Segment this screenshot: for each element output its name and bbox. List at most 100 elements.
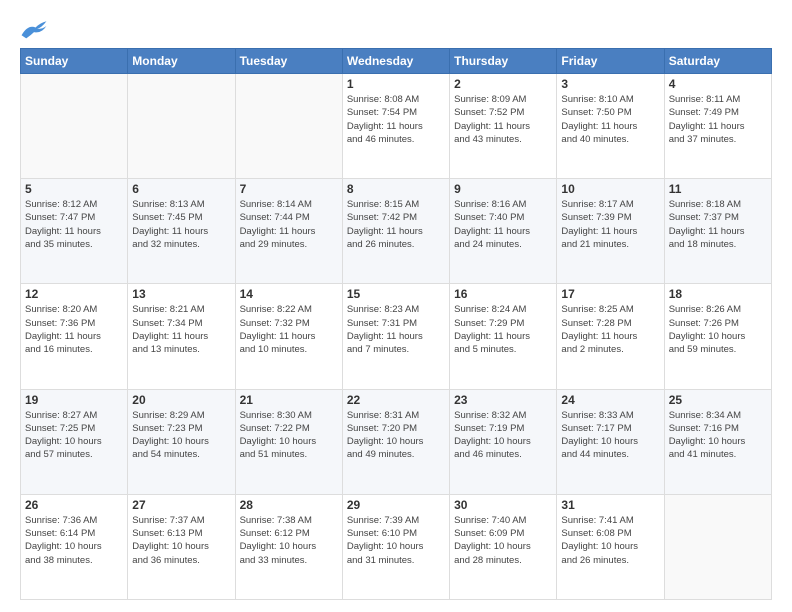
day-number: 18 (669, 287, 767, 301)
day-number: 27 (132, 498, 230, 512)
col-header-sunday: Sunday (21, 49, 128, 74)
day-number: 31 (561, 498, 659, 512)
col-header-friday: Friday (557, 49, 664, 74)
calendar-cell: 13Sunrise: 8:21 AM Sunset: 7:34 PM Dayli… (128, 284, 235, 389)
day-number: 17 (561, 287, 659, 301)
day-info: Sunrise: 8:33 AM Sunset: 7:17 PM Dayligh… (561, 409, 659, 462)
day-number: 16 (454, 287, 552, 301)
calendar-week-4: 19Sunrise: 8:27 AM Sunset: 7:25 PM Dayli… (21, 389, 772, 494)
calendar-week-1: 1Sunrise: 8:08 AM Sunset: 7:54 PM Daylig… (21, 74, 772, 179)
calendar-cell: 3 Sunrise: 8:10 AM Sunset: 7:50 PM Daylig… (557, 74, 664, 179)
calendar-week-2: 5 Sunrise: 8:12 AM Sunset: 7:47 PM Daylig… (21, 179, 772, 284)
calendar-cell: 23 Sunrise: 8:32 AM Sunset: 7:19 PM Dayli… (450, 389, 557, 494)
calendar-cell: 15 Sunrise: 8:23 AM Sunset: 7:31 PM Dayli… (342, 284, 449, 389)
day-number: 2 (454, 77, 552, 91)
calendar-cell: 2 Sunrise: 8:09 AM Sunset: 7:52 PM Daylig… (450, 74, 557, 179)
calendar-cell: 24Sunrise: 8:33 AM Sunset: 7:17 PM Dayli… (557, 389, 664, 494)
day-number: 28 (240, 498, 338, 512)
day-number: 22 (347, 393, 445, 407)
calendar-cell: 25 Sunrise: 8:34 AM Sunset: 7:16 PM Dayli… (664, 389, 771, 494)
day-info: Sunrise: 8:31 AM Sunset: 7:20 PM Dayligh… (347, 409, 445, 462)
page: SundayMondayTuesdayWednesdayThursdayFrid… (0, 0, 792, 612)
calendar-table: SundayMondayTuesdayWednesdayThursdayFrid… (20, 48, 772, 600)
day-info: Sunrise: 8:23 AM Sunset: 7:31 PM Dayligh… (347, 303, 445, 356)
day-number: 4 (669, 77, 767, 91)
day-number: 12 (25, 287, 123, 301)
day-info: Sunrise: 8:18 AM Sunset: 7:37 PM Dayligh… (669, 198, 767, 251)
day-info: Sunrise: 8:15 AM Sunset: 7:42 PM Dayligh… (347, 198, 445, 251)
col-header-saturday: Saturday (664, 49, 771, 74)
day-info: Sunrise: 8:26 AM Sunset: 7:26 PM Dayligh… (669, 303, 767, 356)
day-info: Sunrise: 7:38 AM Sunset: 6:12 PM Dayligh… (240, 514, 338, 567)
day-number: 30 (454, 498, 552, 512)
calendar-header-row: SundayMondayTuesdayWednesdayThursdayFrid… (21, 49, 772, 74)
day-number: 3 (561, 77, 659, 91)
calendar-cell: 6Sunrise: 8:13 AM Sunset: 7:45 PM Daylig… (128, 179, 235, 284)
day-info: Sunrise: 8:29 AM Sunset: 7:23 PM Dayligh… (132, 409, 230, 462)
day-info: Sunrise: 7:40 AM Sunset: 6:09 PM Dayligh… (454, 514, 552, 567)
calendar-cell: 28 Sunrise: 7:38 AM Sunset: 6:12 PM Dayli… (235, 494, 342, 599)
calendar-cell: 30 Sunrise: 7:40 AM Sunset: 6:09 PM Dayli… (450, 494, 557, 599)
day-info: Sunrise: 8:34 AM Sunset: 7:16 PM Dayligh… (669, 409, 767, 462)
day-info: Sunrise: 7:39 AM Sunset: 6:10 PM Dayligh… (347, 514, 445, 567)
calendar-cell: 12 Sunrise: 8:20 AM Sunset: 7:36 PM Dayli… (21, 284, 128, 389)
calendar-cell: 26 Sunrise: 7:36 AM Sunset: 6:14 PM Dayli… (21, 494, 128, 599)
calendar-cell (21, 74, 128, 179)
day-info: Sunrise: 7:37 AM Sunset: 6:13 PM Dayligh… (132, 514, 230, 567)
col-header-monday: Monday (128, 49, 235, 74)
day-number: 29 (347, 498, 445, 512)
day-info: Sunrise: 8:11 AM Sunset: 7:49 PM Dayligh… (669, 93, 767, 146)
col-header-wednesday: Wednesday (342, 49, 449, 74)
day-number: 23 (454, 393, 552, 407)
day-number: 8 (347, 182, 445, 196)
day-info: Sunrise: 8:21 AM Sunset: 7:34 PM Dayligh… (132, 303, 230, 356)
day-number: 6 (132, 182, 230, 196)
day-number: 25 (669, 393, 767, 407)
day-number: 15 (347, 287, 445, 301)
day-info: Sunrise: 8:09 AM Sunset: 7:52 PM Dayligh… (454, 93, 552, 146)
calendar-cell: 9Sunrise: 8:16 AM Sunset: 7:40 PM Daylig… (450, 179, 557, 284)
day-number: 10 (561, 182, 659, 196)
day-info: Sunrise: 8:20 AM Sunset: 7:36 PM Dayligh… (25, 303, 123, 356)
day-info: Sunrise: 8:27 AM Sunset: 7:25 PM Dayligh… (25, 409, 123, 462)
day-number: 20 (132, 393, 230, 407)
calendar-cell: 27 Sunrise: 7:37 AM Sunset: 6:13 PM Dayli… (128, 494, 235, 599)
calendar-cell: 20 Sunrise: 8:29 AM Sunset: 7:23 PM Dayli… (128, 389, 235, 494)
calendar-cell: 31Sunrise: 7:41 AM Sunset: 6:08 PM Dayli… (557, 494, 664, 599)
day-number: 5 (25, 182, 123, 196)
calendar-cell (664, 494, 771, 599)
calendar-week-5: 26 Sunrise: 7:36 AM Sunset: 6:14 PM Dayli… (21, 494, 772, 599)
day-number: 26 (25, 498, 123, 512)
calendar-cell: 8 Sunrise: 8:15 AM Sunset: 7:42 PM Daylig… (342, 179, 449, 284)
calendar-cell: 4 Sunrise: 8:11 AM Sunset: 7:49 PM Daylig… (664, 74, 771, 179)
day-info: Sunrise: 8:32 AM Sunset: 7:19 PM Dayligh… (454, 409, 552, 462)
logo (20, 18, 52, 40)
calendar-cell: 1Sunrise: 8:08 AM Sunset: 7:54 PM Daylig… (342, 74, 449, 179)
calendar-cell: 14 Sunrise: 8:22 AM Sunset: 7:32 PM Dayli… (235, 284, 342, 389)
day-info: Sunrise: 7:36 AM Sunset: 6:14 PM Dayligh… (25, 514, 123, 567)
col-header-tuesday: Tuesday (235, 49, 342, 74)
day-info: Sunrise: 8:16 AM Sunset: 7:40 PM Dayligh… (454, 198, 552, 251)
day-info: Sunrise: 8:14 AM Sunset: 7:44 PM Dayligh… (240, 198, 338, 251)
calendar-cell: 16 Sunrise: 8:24 AM Sunset: 7:29 PM Dayli… (450, 284, 557, 389)
day-info: Sunrise: 8:30 AM Sunset: 7:22 PM Dayligh… (240, 409, 338, 462)
calendar-cell: 22 Sunrise: 8:31 AM Sunset: 7:20 PM Dayli… (342, 389, 449, 494)
col-header-thursday: Thursday (450, 49, 557, 74)
day-number: 14 (240, 287, 338, 301)
calendar-cell: 29 Sunrise: 7:39 AM Sunset: 6:10 PM Dayli… (342, 494, 449, 599)
calendar-cell: 17 Sunrise: 8:25 AM Sunset: 7:28 PM Dayli… (557, 284, 664, 389)
day-info: Sunrise: 8:12 AM Sunset: 7:47 PM Dayligh… (25, 198, 123, 251)
calendar-cell (128, 74, 235, 179)
day-info: Sunrise: 8:24 AM Sunset: 7:29 PM Dayligh… (454, 303, 552, 356)
day-info: Sunrise: 8:25 AM Sunset: 7:28 PM Dayligh… (561, 303, 659, 356)
day-number: 11 (669, 182, 767, 196)
logo-bird-icon (20, 18, 48, 40)
day-info: Sunrise: 8:22 AM Sunset: 7:32 PM Dayligh… (240, 303, 338, 356)
day-info: Sunrise: 8:10 AM Sunset: 7:50 PM Dayligh… (561, 93, 659, 146)
day-number: 7 (240, 182, 338, 196)
calendar-cell: 11 Sunrise: 8:18 AM Sunset: 7:37 PM Dayli… (664, 179, 771, 284)
calendar-cell: 7 Sunrise: 8:14 AM Sunset: 7:44 PM Daylig… (235, 179, 342, 284)
calendar-cell: 5 Sunrise: 8:12 AM Sunset: 7:47 PM Daylig… (21, 179, 128, 284)
calendar-cell: 18 Sunrise: 8:26 AM Sunset: 7:26 PM Dayli… (664, 284, 771, 389)
calendar-cell: 19Sunrise: 8:27 AM Sunset: 7:25 PM Dayli… (21, 389, 128, 494)
